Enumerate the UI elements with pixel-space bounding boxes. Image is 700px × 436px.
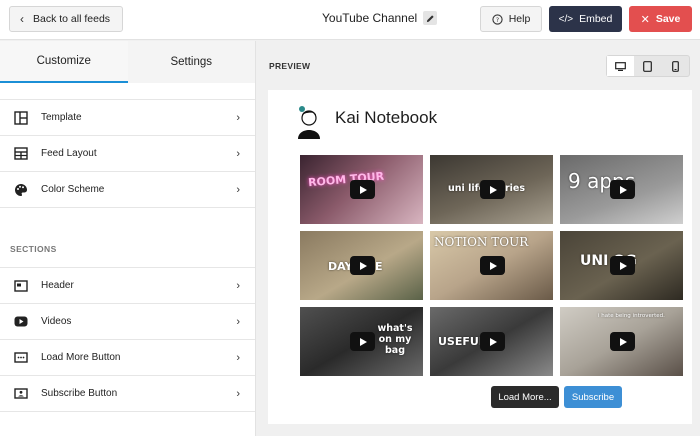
- video-thumbnail[interactable]: i hate being introverted.: [560, 307, 683, 376]
- play-icon: [610, 180, 635, 199]
- embed-button[interactable]: </> Embed: [549, 6, 622, 32]
- palette-icon: [13, 182, 28, 197]
- save-label: Save: [655, 13, 681, 25]
- back-label: Back to all feeds: [33, 13, 111, 25]
- play-icon: [610, 256, 635, 275]
- play-icon: [480, 332, 505, 351]
- back-to-feeds-button[interactable]: ‹ Back to all feeds: [9, 6, 123, 32]
- play-icon: [350, 180, 375, 199]
- video-thumbnail[interactable]: 9 apps: [560, 155, 683, 224]
- video-thumbnail[interactable]: USEFUL: [430, 307, 553, 376]
- load-more-icon: [13, 350, 28, 365]
- load-more-button[interactable]: Load More...: [491, 386, 559, 408]
- header-icon: [13, 278, 28, 293]
- chevron-right-icon: ›: [236, 148, 240, 160]
- play-icon: [350, 332, 375, 351]
- help-button[interactable]: ? Help: [480, 6, 542, 32]
- sidebar-item-header[interactable]: Header ›: [0, 268, 255, 304]
- sidebar-item-label: Color Scheme: [41, 184, 105, 195]
- sidebar-item-label: Videos: [41, 316, 72, 327]
- chevron-right-icon: ›: [236, 316, 240, 328]
- sidebar-item-feed-layout[interactable]: Feed Layout ›: [0, 136, 255, 172]
- subscribe-icon: [13, 386, 28, 401]
- feed-title-wrap: YouTube Channel: [322, 11, 438, 25]
- embed-label: Embed: [579, 13, 613, 25]
- video-thumbnail[interactable]: what's on my bag: [300, 307, 423, 376]
- play-icon: [350, 256, 375, 275]
- video-thumbnail[interactable]: NOTION TOUR: [430, 231, 553, 300]
- chevron-right-icon: ›: [236, 184, 240, 196]
- subscribe-button[interactable]: Subscribe: [564, 386, 622, 408]
- chevron-right-icon: ›: [236, 352, 240, 364]
- top-bar: ‹ Back to all feeds YouTube Channel ? He…: [0, 0, 700, 40]
- sidebar-item-color-scheme[interactable]: Color Scheme ›: [0, 172, 255, 208]
- sidebar-item-label: Feed Layout: [41, 148, 97, 159]
- code-icon: </>: [558, 13, 574, 25]
- sections-menu: Header › Videos › Load More Button › Sub…: [0, 267, 255, 412]
- sidebar-item-label: Load More Button: [41, 352, 121, 363]
- sidebar: Customize Settings Template › Feed Layou…: [0, 41, 256, 436]
- svg-text:?: ?: [495, 15, 498, 23]
- preview-heading: PREVIEW: [269, 61, 311, 71]
- help-label: Help: [508, 13, 531, 25]
- sidebar-item-load-more[interactable]: Load More Button ›: [0, 340, 255, 376]
- play-icon: [610, 332, 635, 351]
- tab-customize[interactable]: Customize: [0, 41, 128, 83]
- sidebar-item-subscribe[interactable]: Subscribe Button ›: [0, 376, 255, 412]
- play-icon: [480, 256, 505, 275]
- video-thumbnail[interactable]: uni life diaries: [430, 155, 553, 224]
- device-toggle: [606, 55, 690, 77]
- feed-preview-card: Kai Notebook ROOM TOUR uni life diaries …: [268, 90, 692, 424]
- sidebar-tabs: Customize Settings: [0, 41, 255, 83]
- sidebar-item-videos[interactable]: Videos ›: [0, 304, 255, 340]
- video-thumbnail[interactable]: ROOM TOUR: [300, 155, 423, 224]
- sidebar-item-template[interactable]: Template ›: [0, 100, 255, 136]
- feed-layout-icon: [13, 146, 28, 161]
- template-icon: [13, 110, 28, 125]
- desktop-icon[interactable]: [607, 56, 635, 76]
- chevron-left-icon: ‹: [20, 12, 24, 26]
- chevron-right-icon: ›: [236, 280, 240, 292]
- customize-menu: Template › Feed Layout › Color Scheme ›: [0, 99, 255, 208]
- video-thumbnail[interactable]: DAY LIFE: [300, 231, 423, 300]
- chevron-right-icon: ›: [236, 388, 240, 400]
- close-icon: ✕: [640, 13, 650, 26]
- tablet-icon[interactable]: [634, 56, 661, 76]
- save-button[interactable]: ✕ Save: [629, 6, 692, 32]
- sidebar-item-label: Template: [41, 112, 82, 123]
- sections-heading: SECTIONS: [10, 244, 57, 254]
- channel-name: Kai Notebook: [335, 108, 438, 127]
- sidebar-item-label: Subscribe Button: [41, 388, 118, 399]
- mobile-icon[interactable]: [662, 56, 689, 76]
- video-thumbnail[interactable]: UNI OG: [560, 231, 683, 300]
- chevron-right-icon: ›: [236, 112, 240, 124]
- edit-pencil-icon[interactable]: [423, 11, 438, 25]
- play-icon: [480, 180, 505, 199]
- feed-title: YouTube Channel: [322, 11, 418, 25]
- question-circle-icon: ?: [492, 13, 503, 25]
- channel-avatar: [294, 105, 324, 139]
- tab-settings[interactable]: Settings: [127, 41, 255, 83]
- sidebar-item-label: Header: [41, 280, 74, 291]
- youtube-icon: [13, 314, 28, 329]
